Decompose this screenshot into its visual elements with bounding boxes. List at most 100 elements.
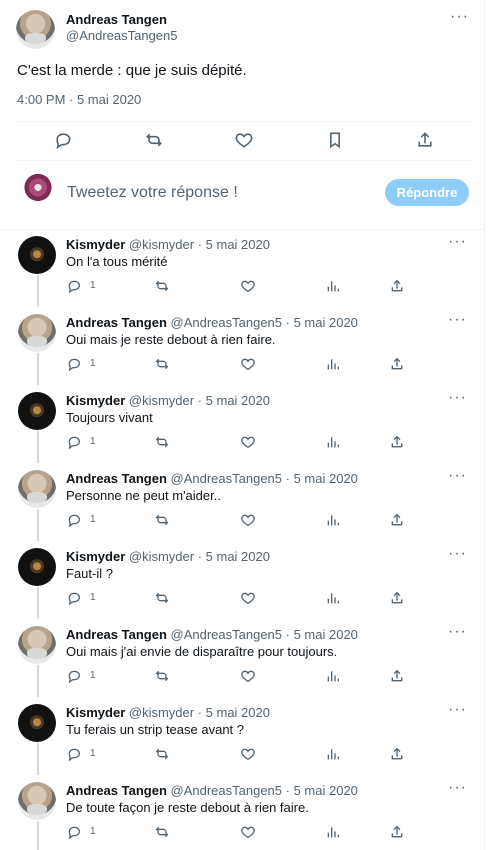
- more-dots-icon[interactable]: ···: [448, 312, 467, 328]
- reply-author-handle[interactable]: @kismyder: [129, 705, 194, 720]
- heart-icon[interactable]: [240, 590, 256, 608]
- retweet-icon[interactable]: [154, 512, 170, 530]
- analytics-icon[interactable]: [325, 746, 341, 764]
- reply-author-handle[interactable]: @kismyder: [129, 549, 194, 564]
- reply-input[interactable]: Tweetez votre réponse !: [67, 184, 238, 202]
- retweet-icon[interactable]: [154, 668, 170, 686]
- retweet-icon[interactable]: [144, 130, 164, 150]
- retweet-icon[interactable]: [154, 746, 170, 764]
- avatar[interactable]: [23, 173, 53, 211]
- reply-date[interactable]: · 5 mai 2020: [286, 471, 358, 486]
- reply-author-handle[interactable]: @kismyder: [129, 393, 194, 408]
- share-icon[interactable]: [415, 130, 435, 150]
- retweet-icon[interactable]: [154, 434, 170, 452]
- reply-author-name[interactable]: Andreas Tangen: [66, 315, 167, 330]
- avatar[interactable]: [18, 392, 56, 430]
- analytics-icon[interactable]: [325, 824, 341, 842]
- heart-icon[interactable]: [240, 746, 256, 764]
- author-name[interactable]: Andreas Tangen: [66, 12, 167, 27]
- reply-item[interactable]: Kismyder @kismyder · 5 mai 2020 Toujours…: [0, 385, 485, 463]
- reply-date[interactable]: · 5 mai 2020: [286, 315, 358, 330]
- reply-button[interactable]: Répondre: [385, 179, 469, 206]
- reply-author-name[interactable]: Andreas Tangen: [66, 783, 167, 798]
- heart-icon[interactable]: [240, 356, 256, 374]
- heart-icon[interactable]: [240, 668, 256, 686]
- heart-icon[interactable]: [240, 434, 256, 452]
- analytics-icon[interactable]: [325, 668, 341, 686]
- share-icon[interactable]: [389, 356, 405, 374]
- reply-author-name[interactable]: Kismyder: [66, 549, 125, 564]
- reply-item[interactable]: Andreas Tangen @AndreasTangen5 · 5 mai 2…: [0, 463, 485, 541]
- reply-item[interactable]: Kismyder @kismyder · 5 mai 2020 Faut-il …: [0, 541, 485, 619]
- avatar[interactable]: [18, 548, 56, 586]
- avatar[interactable]: [18, 314, 56, 352]
- reply-author-handle[interactable]: @AndreasTangen5: [171, 315, 283, 330]
- more-dots-icon[interactable]: ···: [448, 468, 467, 484]
- reply-author-handle[interactable]: @AndreasTangen5: [171, 783, 283, 798]
- more-dots-icon[interactable]: ···: [448, 780, 467, 796]
- avatar[interactable]: [18, 782, 56, 820]
- avatar[interactable]: [18, 626, 56, 664]
- heart-icon[interactable]: [240, 278, 256, 296]
- more-dots-icon[interactable]: ···: [448, 234, 467, 250]
- reply-author-name[interactable]: Kismyder: [66, 237, 125, 252]
- avatar[interactable]: [18, 470, 56, 508]
- reply-author-handle[interactable]: @AndreasTangen5: [171, 627, 283, 642]
- heart-icon[interactable]: [240, 512, 256, 530]
- reply-date[interactable]: · 5 mai 2020: [286, 627, 358, 642]
- analytics-icon[interactable]: [325, 590, 341, 608]
- reply-icon[interactable]: [66, 434, 82, 452]
- reply-date[interactable]: · 5 mai 2020: [198, 237, 270, 252]
- author-handle[interactable]: @AndreasTangen5: [66, 28, 178, 43]
- avatar[interactable]: [18, 236, 56, 274]
- more-dots-icon[interactable]: ···: [448, 390, 467, 406]
- reply-item[interactable]: Kismyder @kismyder · 5 mai 2020 Tu ferai…: [0, 697, 485, 775]
- reply-date[interactable]: · 5 mai 2020: [286, 783, 358, 798]
- reply-icon[interactable]: [66, 512, 82, 530]
- avatar[interactable]: [16, 10, 55, 49]
- reply-icon[interactable]: [53, 130, 73, 150]
- more-dots-icon[interactable]: ···: [448, 546, 467, 562]
- reply-icon[interactable]: [66, 824, 82, 842]
- reply-icon[interactable]: [66, 668, 82, 686]
- reply-author-handle[interactable]: @AndreasTangen5: [171, 471, 283, 486]
- retweet-icon[interactable]: [154, 824, 170, 842]
- reply-item[interactable]: Andreas Tangen @AndreasTangen5 · 5 mai 2…: [0, 307, 485, 385]
- heart-icon[interactable]: [234, 130, 254, 150]
- reply-date[interactable]: · 5 mai 2020: [198, 705, 270, 720]
- reply-author-handle[interactable]: @kismyder: [129, 237, 194, 252]
- reply-item[interactable]: Andreas Tangen @AndreasTangen5 · 5 mai 2…: [0, 619, 485, 697]
- reply-icon[interactable]: [66, 356, 82, 374]
- analytics-icon[interactable]: [325, 434, 341, 452]
- bookmark-icon[interactable]: [325, 130, 345, 150]
- reply-author-name[interactable]: Kismyder: [66, 393, 125, 408]
- retweet-icon[interactable]: [154, 278, 170, 296]
- share-icon[interactable]: [389, 512, 405, 530]
- reply-date[interactable]: · 5 mai 2020: [198, 393, 270, 408]
- retweet-icon[interactable]: [154, 356, 170, 374]
- share-icon[interactable]: [389, 746, 405, 764]
- reply-author-name[interactable]: Andreas Tangen: [66, 627, 167, 642]
- avatar[interactable]: [18, 704, 56, 742]
- reply-item[interactable]: Andreas Tangen @AndreasTangen5 · 5 mai 2…: [0, 775, 485, 850]
- more-dots-icon[interactable]: ···: [448, 702, 467, 718]
- reply-date[interactable]: · 5 mai 2020: [198, 549, 270, 564]
- analytics-icon[interactable]: [325, 278, 341, 296]
- analytics-icon[interactable]: [325, 356, 341, 374]
- reply-author-name[interactable]: Andreas Tangen: [66, 471, 167, 486]
- tweet-datetime[interactable]: 4:00 PM · 5 mai 2020: [17, 92, 141, 107]
- share-icon[interactable]: [389, 278, 405, 296]
- share-icon[interactable]: [389, 434, 405, 452]
- reply-icon[interactable]: [66, 278, 82, 296]
- more-dots-icon[interactable]: ···: [448, 624, 467, 640]
- heart-icon[interactable]: [240, 824, 256, 842]
- reply-item[interactable]: Kismyder @kismyder · 5 mai 2020 On l'a t…: [0, 229, 485, 307]
- share-icon[interactable]: [389, 590, 405, 608]
- analytics-icon[interactable]: [325, 512, 341, 530]
- reply-icon[interactable]: [66, 590, 82, 608]
- reply-author-name[interactable]: Kismyder: [66, 705, 125, 720]
- share-icon[interactable]: [389, 824, 405, 842]
- retweet-icon[interactable]: [154, 590, 170, 608]
- share-icon[interactable]: [389, 668, 405, 686]
- more-dots-icon[interactable]: ···: [450, 9, 469, 25]
